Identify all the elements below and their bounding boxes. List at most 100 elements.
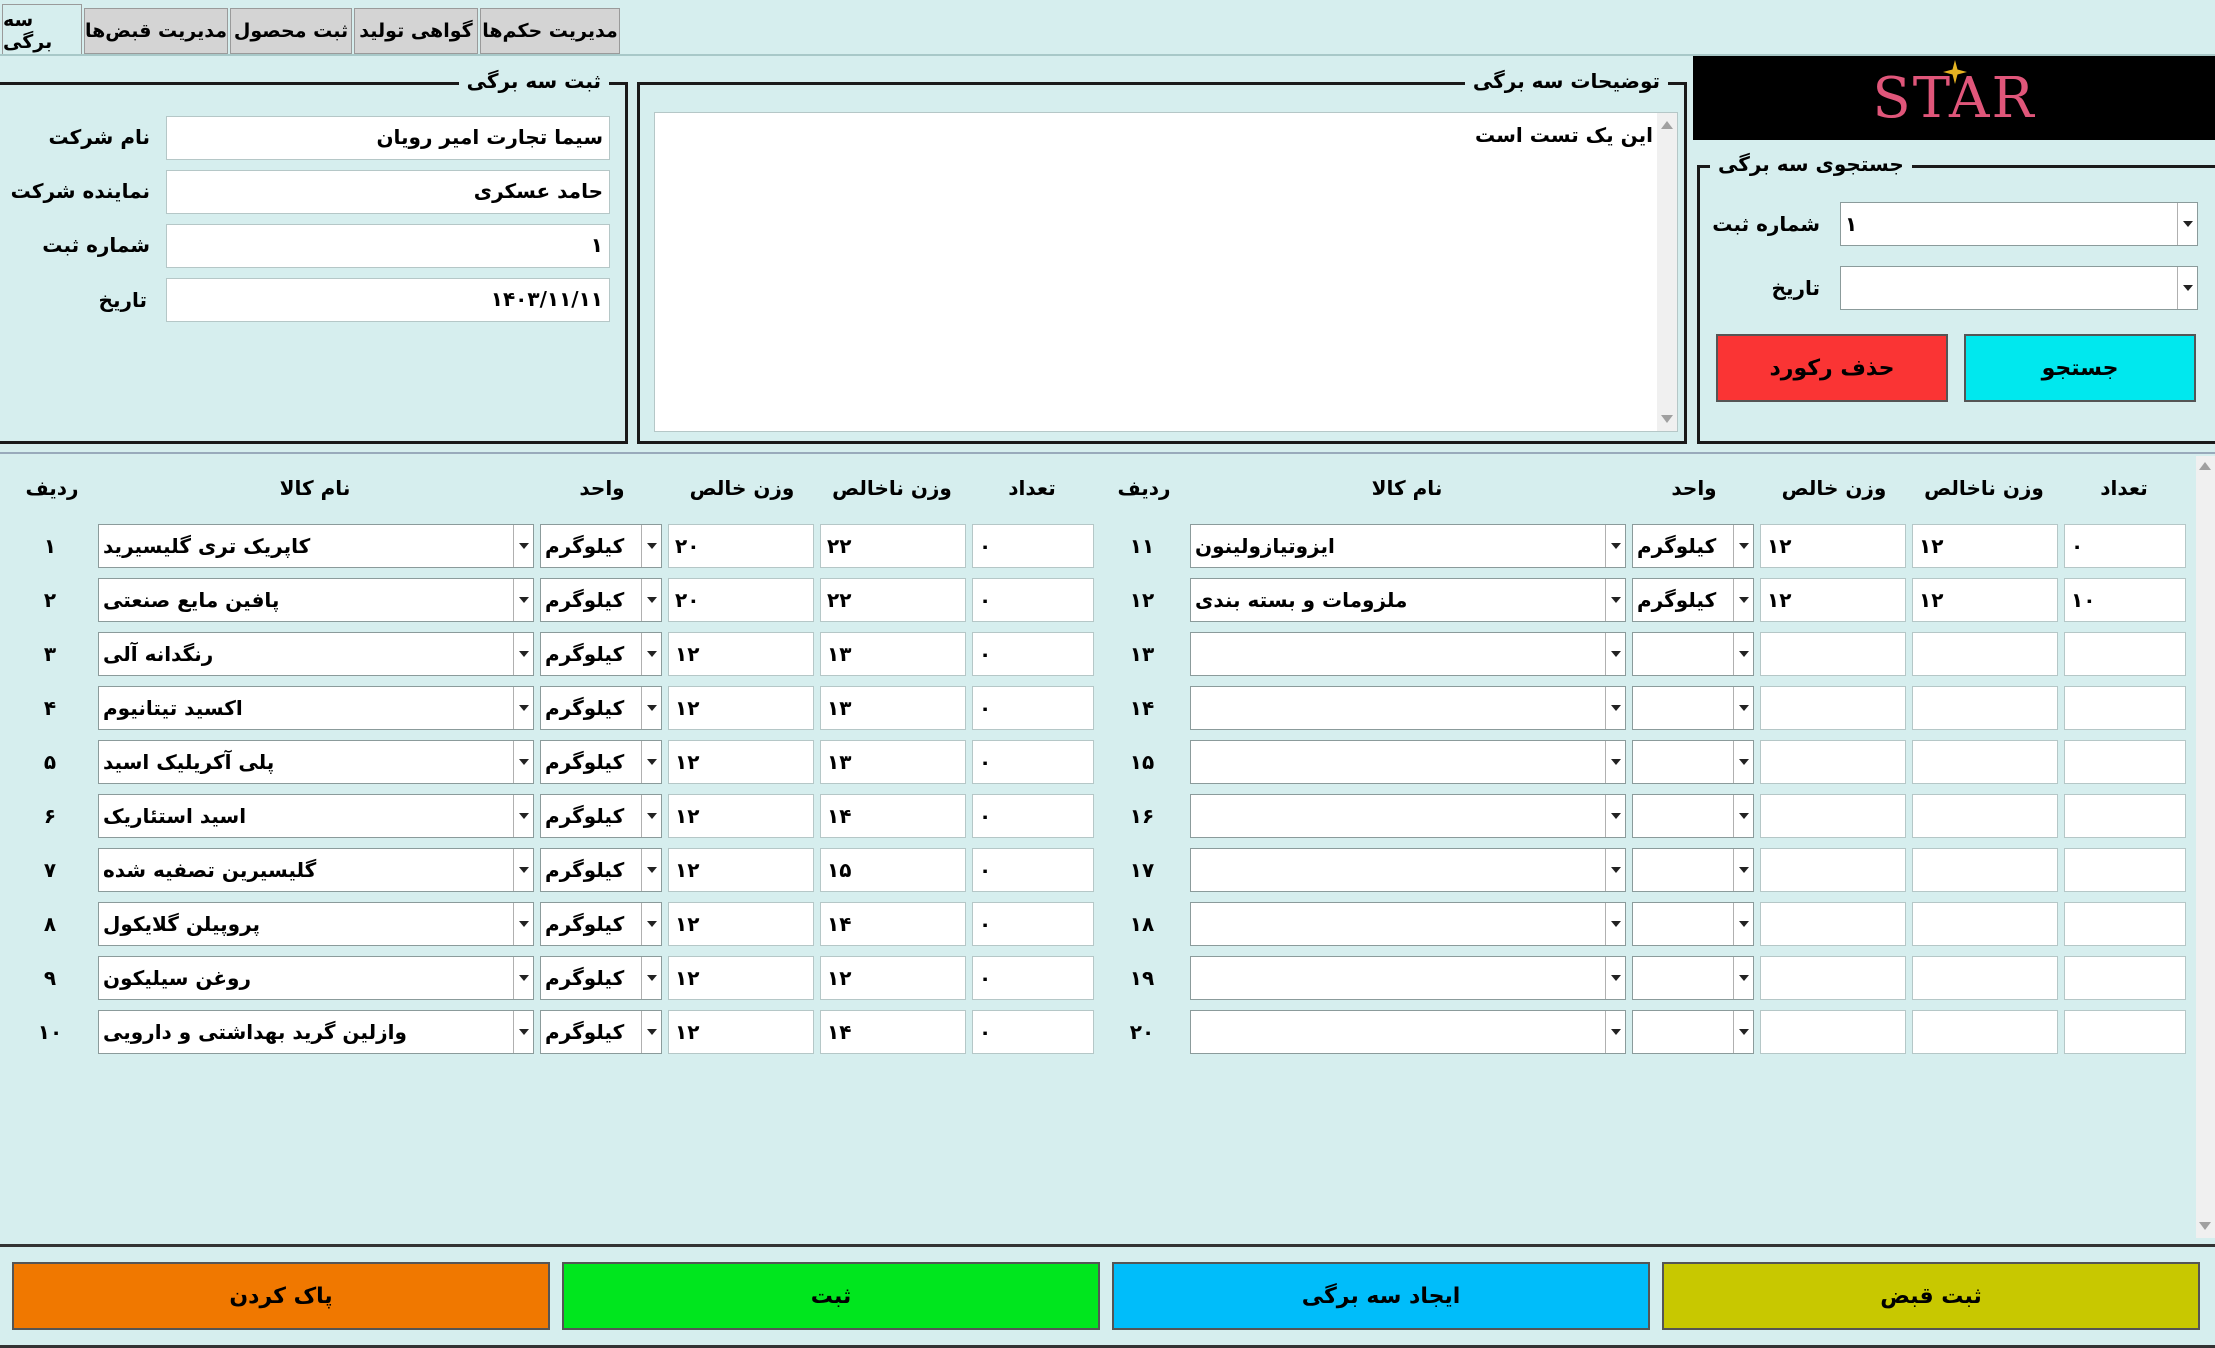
count-field[interactable] (2064, 848, 2186, 892)
item-name-combo[interactable]: پروپیلن گلایکول (98, 902, 534, 946)
count-field[interactable] (2064, 632, 2186, 676)
net-weight-field[interactable] (1760, 632, 1906, 676)
gross-weight-field[interactable] (1912, 848, 2058, 892)
count-field[interactable] (2064, 902, 2186, 946)
chevron-down-icon[interactable] (513, 903, 533, 945)
chevron-down-icon[interactable] (513, 579, 533, 621)
gross-weight-field[interactable]: ۲۲ (820, 524, 966, 568)
gross-weight-field[interactable]: ۱۴ (820, 794, 966, 838)
items-scrollbar[interactable] (2196, 456, 2215, 1238)
count-field[interactable]: ۰ (972, 524, 1094, 568)
gross-weight-field[interactable] (1912, 632, 2058, 676)
chevron-down-icon[interactable] (1605, 525, 1625, 567)
chevron-down-icon[interactable] (1605, 903, 1625, 945)
unit-combo[interactable] (1632, 740, 1754, 784)
count-field[interactable]: ۰ (972, 956, 1094, 1000)
chevron-down-icon[interactable] (513, 525, 533, 567)
net-weight-field[interactable]: ۱۲ (668, 632, 814, 676)
count-field[interactable]: ۰ (972, 794, 1094, 838)
chevron-down-icon[interactable] (2177, 267, 2197, 309)
registration-number-field[interactable]: ۱ (166, 224, 610, 268)
chevron-down-icon[interactable] (2177, 203, 2197, 245)
chevron-down-icon[interactable] (513, 795, 533, 837)
net-weight-field[interactable]: ۱۲ (668, 794, 814, 838)
item-name-combo[interactable] (1190, 632, 1626, 676)
unit-combo[interactable]: کیلوگرم (540, 524, 662, 568)
tab-three-sheet[interactable]: سه برگی (2, 4, 82, 56)
tab-receipts[interactable]: مدیریت قبض‌ها (84, 8, 228, 54)
unit-combo[interactable]: کیلوگرم (540, 686, 662, 730)
gross-weight-field[interactable] (1912, 956, 2058, 1000)
gross-weight-field[interactable]: ۱۵ (820, 848, 966, 892)
chevron-down-icon[interactable] (641, 957, 661, 999)
chevron-down-icon[interactable] (641, 903, 661, 945)
chevron-down-icon[interactable] (513, 687, 533, 729)
count-field[interactable] (2064, 956, 2186, 1000)
unit-combo[interactable] (1632, 794, 1754, 838)
item-name-combo[interactable]: پلی آکریلیک اسید (98, 740, 534, 784)
item-name-combo[interactable]: اکسید تیتانیوم (98, 686, 534, 730)
description-scrollbar[interactable] (1657, 113, 1677, 431)
net-weight-field[interactable] (1760, 956, 1906, 1000)
chevron-down-icon[interactable] (1733, 633, 1753, 675)
net-weight-field[interactable]: ۱۲ (668, 686, 814, 730)
chevron-down-icon[interactable] (513, 849, 533, 891)
unit-combo[interactable]: کیلوگرم (1632, 578, 1754, 622)
item-name-combo[interactable] (1190, 740, 1626, 784)
count-field[interactable]: ۱۰ (2064, 578, 2186, 622)
unit-combo[interactable]: کیلوگرم (540, 902, 662, 946)
chevron-down-icon[interactable] (641, 579, 661, 621)
chevron-down-icon[interactable] (641, 795, 661, 837)
chevron-down-icon[interactable] (513, 633, 533, 675)
gross-weight-field[interactable]: ۱۲ (1912, 578, 2058, 622)
count-field[interactable]: ۰ (972, 632, 1094, 676)
chevron-down-icon[interactable] (1605, 957, 1625, 999)
item-name-combo[interactable]: کاپریک تری گلیسیرید (98, 524, 534, 568)
count-field[interactable]: ۰ (972, 686, 1094, 730)
tab-production-certificate[interactable]: گواهی تولید (354, 8, 478, 54)
item-name-combo[interactable] (1190, 794, 1626, 838)
description-textarea[interactable]: این یک تست است (654, 112, 1678, 432)
net-weight-field[interactable] (1760, 794, 1906, 838)
chevron-down-icon[interactable] (1733, 957, 1753, 999)
chevron-down-icon[interactable] (1733, 849, 1753, 891)
gross-weight-field[interactable]: ۱۲ (820, 956, 966, 1000)
unit-combo[interactable] (1632, 632, 1754, 676)
count-field[interactable]: ۰ (972, 578, 1094, 622)
item-name-combo[interactable]: پافین مایع صنعتی (98, 578, 534, 622)
count-field[interactable]: ۰ (972, 902, 1094, 946)
item-name-combo[interactable]: گلیسیرین تصفیه شده (98, 848, 534, 892)
count-field[interactable]: ۰ (972, 1010, 1094, 1054)
count-field[interactable]: ۰ (2064, 524, 2186, 568)
unit-combo[interactable] (1632, 848, 1754, 892)
item-name-combo[interactable] (1190, 848, 1626, 892)
chevron-down-icon[interactable] (1733, 687, 1753, 729)
chevron-down-icon[interactable] (1605, 849, 1625, 891)
gross-weight-field[interactable] (1912, 794, 2058, 838)
tab-product-register[interactable]: ثبت محصول (230, 8, 352, 54)
chevron-down-icon[interactable] (641, 687, 661, 729)
unit-combo[interactable] (1632, 686, 1754, 730)
chevron-down-icon[interactable] (1605, 579, 1625, 621)
gross-weight-field[interactable] (1912, 1010, 2058, 1054)
gross-weight-field[interactable] (1912, 902, 2058, 946)
chevron-down-icon[interactable] (641, 741, 661, 783)
net-weight-field[interactable]: ۱۲ (1760, 578, 1906, 622)
net-weight-field[interactable] (1760, 848, 1906, 892)
unit-combo[interactable] (1632, 956, 1754, 1000)
chevron-down-icon[interactable] (641, 849, 661, 891)
net-weight-field[interactable] (1760, 1010, 1906, 1054)
search-regno-combo[interactable]: ۱ (1840, 202, 2198, 246)
unit-combo[interactable]: کیلوگرم (540, 632, 662, 676)
gross-weight-field[interactable]: ۱۳ (820, 740, 966, 784)
net-weight-field[interactable]: ۱۲ (668, 956, 814, 1000)
unit-combo[interactable]: کیلوگرم (1632, 524, 1754, 568)
gross-weight-field[interactable]: ۱۴ (820, 1010, 966, 1054)
create-three-sheet-button[interactable]: ایجاد سه برگی (1112, 1262, 1650, 1330)
gross-weight-field[interactable]: ۱۲ (1912, 524, 2058, 568)
clear-button[interactable]: پاک کردن (12, 1262, 550, 1330)
count-field[interactable]: ۰ (972, 740, 1094, 784)
chevron-down-icon[interactable] (1733, 1011, 1753, 1053)
company-field[interactable]: سیما تجارت امیر رویان (166, 116, 610, 160)
chevron-down-icon[interactable] (513, 1011, 533, 1053)
